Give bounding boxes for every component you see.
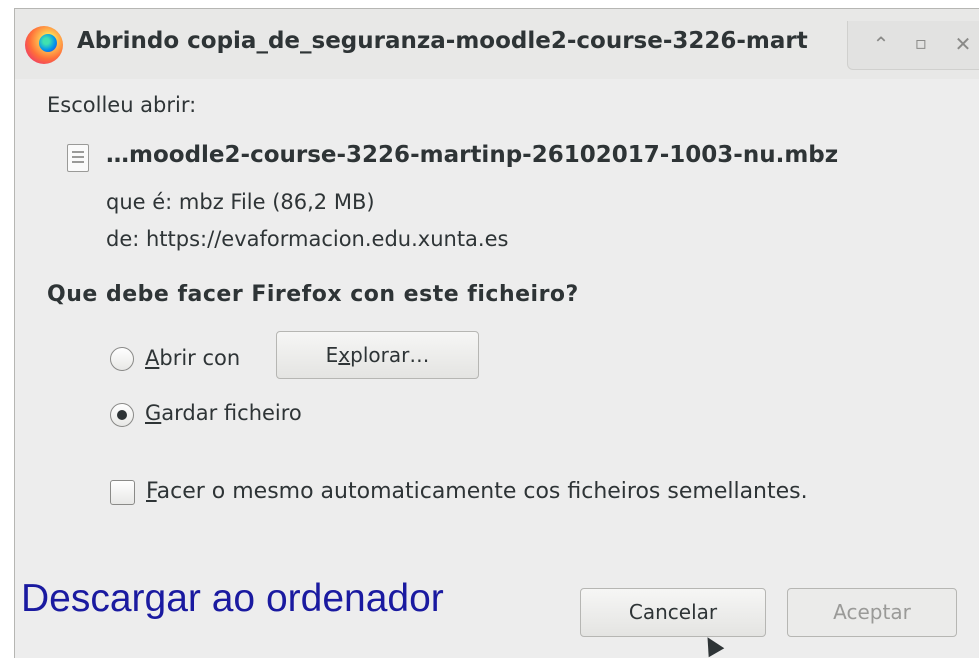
caption-overlay: Descargar ao ordenador: [21, 577, 444, 620]
minimize-icon[interactable]: ⌃: [870, 33, 892, 55]
title-bar[interactable]: Abrindo copia_de_seguranza-moodle2-cours…: [15, 9, 979, 79]
save-file-label[interactable]: Gardar ficheiro: [145, 401, 302, 425]
open-label: Escolleu abrir:: [47, 93, 197, 117]
window-title: Abrindo copia_de_seguranza-moodle2-cours…: [77, 28, 808, 54]
file-source: de: https://evaformacion.edu.xunta.es: [106, 227, 509, 251]
cancel-button[interactable]: Cancelar: [580, 588, 766, 637]
firefox-logo-icon: [25, 26, 63, 64]
window-controls: ⌃ ▫ ✕: [847, 21, 979, 70]
radio-selected-dot: [117, 410, 127, 420]
file-type: que é: mbz File (86,2 MB): [106, 190, 375, 214]
download-dialog: Abrindo copia_de_seguranza-moodle2-cours…: [14, 8, 979, 658]
browse-button[interactable]: Explorar…: [276, 331, 479, 379]
close-icon[interactable]: ✕: [952, 33, 974, 55]
auto-checkbox-label[interactable]: Facer o mesmo automaticamente cos fichei…: [146, 479, 808, 504]
save-file-radio[interactable]: [110, 403, 134, 427]
action-question: Que debe facer Firefox con este ficheiro…: [47, 282, 579, 307]
accept-button[interactable]: Aceptar: [787, 588, 957, 637]
open-with-radio[interactable]: [110, 347, 134, 371]
open-with-label[interactable]: Abrir con: [145, 346, 240, 370]
file-name: …moodle2-course-3226-martinp-26102017-10…: [106, 142, 839, 168]
auto-checkbox[interactable]: [110, 480, 135, 505]
document-icon: [67, 144, 89, 172]
maximize-icon[interactable]: ▫: [910, 33, 932, 55]
